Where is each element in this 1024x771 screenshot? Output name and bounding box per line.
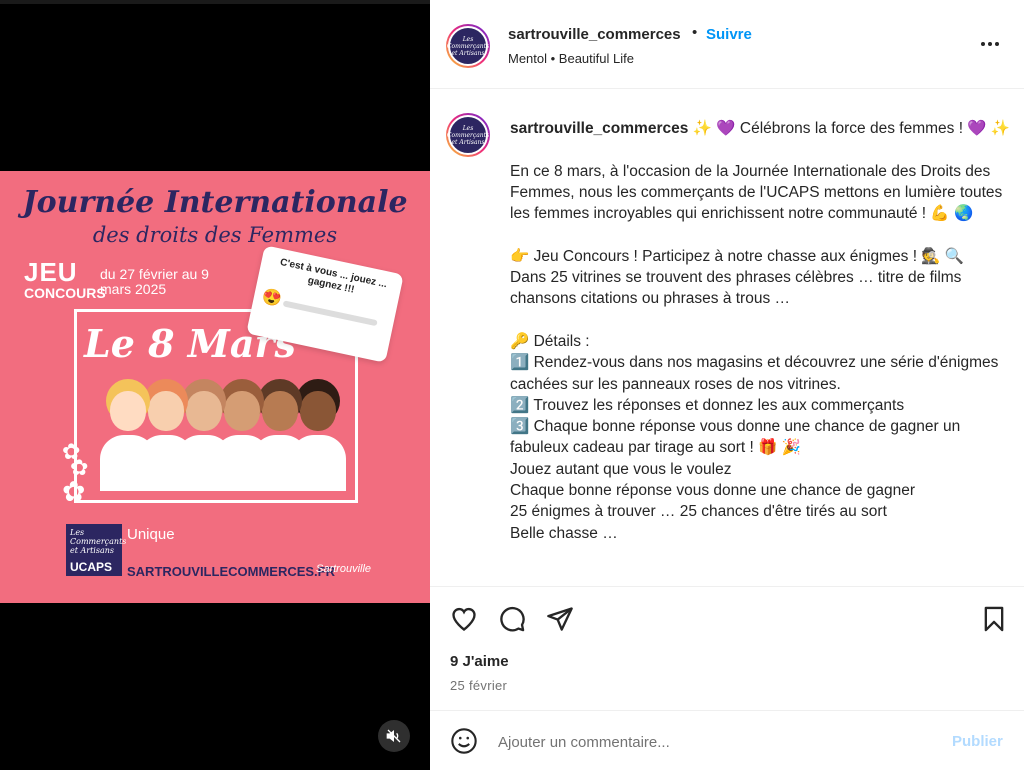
poster-subtitle: des droits des Femmes <box>92 223 338 247</box>
unique-logo: Unique <box>127 526 175 543</box>
poster-speech-text: C'est à vous ... jouez ... gagnez !!! <box>279 256 388 296</box>
caption-line: Dans 25 vitrines se trouvent des phrases… <box>510 269 962 308</box>
caption-line: 👉 Jeu Concours ! Participez à notre chas… <box>510 247 965 265</box>
caption-line: En ce 8 mars, à l'occasion de la Journée… <box>510 162 1003 223</box>
publish-button[interactable]: Publier <box>952 733 1003 750</box>
poster-title: Journée Internationale <box>22 185 408 220</box>
caption-line: ✨ 💜 Célébrons la force des femmes ! 💜 ✨ <box>692 120 1011 137</box>
bookmark-icon[interactable] <box>980 605 1008 633</box>
post-media[interactable]: Journée Internationale des droits des Fe… <box>0 0 430 770</box>
more-icon[interactable] <box>978 32 1002 56</box>
header-username[interactable]: sartrouville_commerces <box>508 26 681 43</box>
ucaps-logo: Les Commerçants et Artisans UCAPS <box>66 524 126 576</box>
heart-icon[interactable] <box>450 605 478 633</box>
poster-website: SARTROUVILLECOMMERCES.FR <box>127 564 335 579</box>
action-bar: 9 J'aime 25 février <box>430 586 1024 711</box>
mute-button[interactable] <box>378 720 410 752</box>
caption-line: 25 énigmes à trouver … 25 chances d'être… <box>510 503 887 521</box>
poster-dates: du 27 février au 9 mars 2025 <box>100 266 209 297</box>
caption-line: Belle chasse … <box>510 524 618 542</box>
caption-username[interactable]: sartrouville_commerces <box>510 120 688 137</box>
separator-dot: • <box>692 24 698 41</box>
poster-jeu: JEU <box>24 257 78 287</box>
caption-line: 2️⃣ Trouvez les réponses et donnez les a… <box>510 396 905 414</box>
caption-line: Chaque bonne réponse vous donne une chan… <box>510 482 916 500</box>
poster-women-illustration <box>100 371 350 491</box>
follow-button[interactable]: Suivre <box>706 26 752 43</box>
like-count[interactable]: 9 J'aime <box>450 653 509 670</box>
post-sidebar: Les Commerçants et Artisans sartrouville… <box>430 0 1024 770</box>
comment-input[interactable] <box>498 731 918 753</box>
caption-line: Jouez autant que vous le voulez <box>510 460 732 478</box>
mute-icon <box>386 729 401 743</box>
poster-speech-bar <box>282 300 378 327</box>
flower-icon: ✿ <box>62 476 86 507</box>
poster-heart-eyes-emoji: 😍 <box>260 287 284 309</box>
caption-line: 1️⃣ Rendez-vous dans nos magasins et déc… <box>510 354 999 393</box>
avatar[interactable]: Les Commerçants et Artisans <box>446 24 490 68</box>
caption-text: sartrouville_commerces ✨ 💜 Célébrons la … <box>510 118 1015 544</box>
post-image: Journée Internationale des droits des Fe… <box>0 171 430 603</box>
emoji-icon[interactable] <box>450 727 478 755</box>
comment-bar: Publier <box>430 710 1024 771</box>
audio-track[interactable]: Mentol • Beautiful Life <box>508 51 634 66</box>
sartrouville-logo: Sartrouville <box>316 563 372 575</box>
post-date[interactable]: 25 février <box>450 678 507 693</box>
media-top-strip <box>0 0 430 4</box>
caption-line: 🔑 Détails : <box>510 332 590 350</box>
caption-line: 3️⃣ Chaque bonne réponse vous donne une … <box>510 418 961 457</box>
comment-icon[interactable] <box>498 605 526 633</box>
avatar[interactable]: Les Commerçants et Artisans <box>446 113 490 157</box>
poster-concours: CONCOURS <box>24 285 106 301</box>
share-icon[interactable] <box>546 605 574 633</box>
post-header: Les Commerçants et Artisans sartrouville… <box>430 0 1024 89</box>
caption-area: Les Commerçants et Artisans sartrouville… <box>430 89 1024 585</box>
